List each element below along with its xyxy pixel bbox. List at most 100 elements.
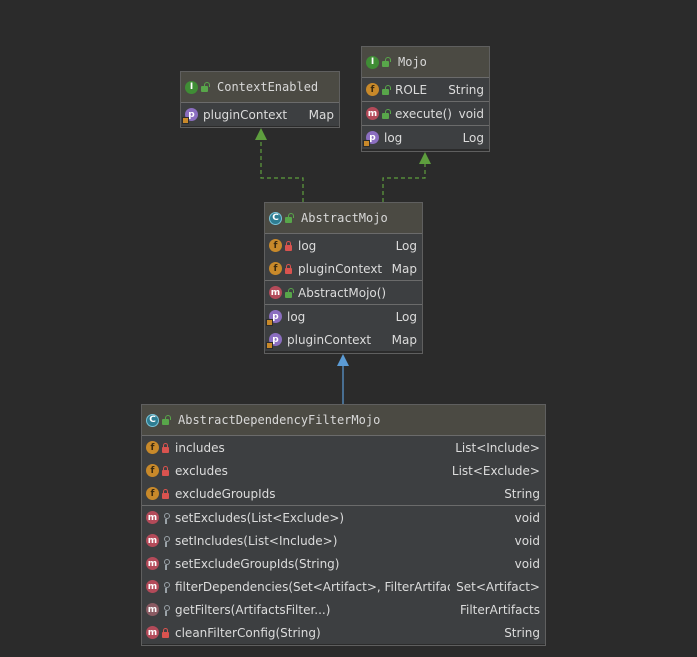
field-icon: f xyxy=(146,464,159,477)
class-abstract-mojo[interactable]: C AbstractMojo f log Log f pluginContext… xyxy=(264,202,423,354)
property-row[interactable]: p pluginContext Map xyxy=(265,328,422,351)
implements-connector-context-enabled xyxy=(260,140,304,202)
methods-section: m execute() void xyxy=(362,102,489,126)
method-return-type: String xyxy=(504,625,540,640)
interface-icon: I xyxy=(366,55,379,69)
method-return-type: void xyxy=(514,533,540,548)
field-name: ROLE xyxy=(395,82,428,97)
public-icon xyxy=(381,108,391,119)
implements-arrowhead-mojo xyxy=(419,152,431,164)
method-name: cleanFilterConfig(String) xyxy=(175,625,321,640)
fields-section: f includes List<Include> f excludes List… xyxy=(142,436,545,506)
property-name: pluginContext xyxy=(287,332,372,347)
property-icon: p xyxy=(266,333,282,349)
public-icon xyxy=(284,213,294,223)
method-return-type: void xyxy=(514,510,540,525)
method-row[interactable]: m cleanFilterConfig(String) String xyxy=(142,621,545,644)
property-name: log xyxy=(384,130,403,145)
field-row[interactable]: f pluginContext Map xyxy=(265,257,422,280)
interface-icon: I xyxy=(185,80,198,94)
method-name: setExcludeGroupIds(String) xyxy=(175,556,340,571)
field-row[interactable]: f ROLE String xyxy=(362,78,489,101)
abstract-class-icon: C xyxy=(146,413,159,427)
field-type: List<Exclude> xyxy=(451,463,540,478)
method-row[interactable]: m AbstractMojo() xyxy=(265,281,422,304)
class-header[interactable]: I Mojo xyxy=(362,47,489,78)
field-name: excludeGroupIds xyxy=(175,486,276,501)
field-type: String xyxy=(504,486,540,501)
method-icon: m xyxy=(366,107,379,120)
method-row[interactable]: m getFilters(ArtifactsFilter...) FilterA… xyxy=(142,598,545,621)
method-icon: m xyxy=(146,580,159,593)
method-row[interactable]: m setIncludes(List<Include>) void xyxy=(142,529,545,552)
fields-section: f ROLE String xyxy=(362,78,489,102)
methods-section: m AbstractMojo() xyxy=(265,281,422,305)
package-private-icon xyxy=(161,535,170,547)
field-icon: f xyxy=(269,239,282,252)
private-icon xyxy=(284,240,293,251)
method-name: setIncludes(List<Include>) xyxy=(175,533,338,548)
property-row[interactable]: p pluginContext Map xyxy=(181,103,339,126)
private-icon xyxy=(161,465,170,476)
field-icon: f xyxy=(366,83,379,96)
method-row[interactable]: m setExcludes(List<Exclude>) void xyxy=(142,506,545,529)
field-type: List<Include> xyxy=(455,440,540,455)
private-icon xyxy=(284,263,293,274)
properties-section: p log Log xyxy=(362,126,489,149)
field-type: Map xyxy=(391,261,417,276)
method-icon: m xyxy=(146,557,159,570)
method-return-type: void xyxy=(514,556,540,571)
method-row[interactable]: m setExcludeGroupIds(String) void xyxy=(142,552,545,575)
public-icon xyxy=(161,415,171,425)
package-private-icon xyxy=(161,558,170,570)
property-icon: p xyxy=(266,310,282,326)
class-header[interactable]: C AbstractMojo xyxy=(265,203,422,234)
private-icon xyxy=(161,627,170,638)
abstract-class-icon: C xyxy=(269,211,282,225)
class-name: ContextEnabled xyxy=(217,80,319,94)
property-row[interactable]: p log Log xyxy=(362,126,489,149)
property-row[interactable]: p log Log xyxy=(265,305,422,328)
method-return-type: Set<Artifact> xyxy=(456,579,540,594)
properties-section: p pluginContext Map xyxy=(181,103,339,126)
method-row[interactable]: m execute() void xyxy=(362,102,489,125)
method-row[interactable]: m filterDependencies(Set<Artifact>, Filt… xyxy=(142,575,545,598)
public-icon xyxy=(381,57,391,67)
method-name: AbstractMojo() xyxy=(298,285,387,300)
property-icon: p xyxy=(182,108,198,124)
class-mojo[interactable]: I Mojo f ROLE String m execute() void p … xyxy=(361,46,490,152)
public-icon xyxy=(200,82,210,92)
field-icon: f xyxy=(146,441,159,454)
methods-section: m setExcludes(List<Exclude>) void m setI… xyxy=(142,506,545,644)
field-row[interactable]: f includes List<Include> xyxy=(142,436,545,459)
private-icon xyxy=(161,442,170,453)
implements-arrowhead-context-enabled xyxy=(255,128,267,140)
class-header[interactable]: I ContextEnabled xyxy=(181,72,339,103)
package-private-icon xyxy=(161,581,170,593)
field-icon: f xyxy=(146,487,159,500)
property-icon: p xyxy=(363,131,379,147)
method-name: getFilters(ArtifactsFilter...) xyxy=(175,602,331,617)
method-name: setExcludes(List<Exclude>) xyxy=(175,510,345,525)
class-context-enabled[interactable]: I ContextEnabled p pluginContext Map xyxy=(180,71,340,128)
abstract-method-icon: m xyxy=(146,603,159,616)
method-icon: m xyxy=(146,534,159,547)
property-type: Map xyxy=(308,107,334,122)
private-icon xyxy=(161,488,170,499)
field-name: pluginContext xyxy=(298,261,383,276)
field-type: String xyxy=(448,82,484,97)
property-type: Log xyxy=(462,130,484,145)
property-name: log xyxy=(287,309,306,324)
method-name: execute() xyxy=(395,106,452,121)
properties-section: p log Log p pluginContext Map xyxy=(265,305,422,351)
fields-section: f log Log f pluginContext Map xyxy=(265,234,422,281)
class-header[interactable]: C AbstractDependencyFilterMojo xyxy=(142,405,545,436)
method-icon: m xyxy=(146,511,159,524)
public-icon xyxy=(381,84,391,95)
field-row[interactable]: f excludes List<Exclude> xyxy=(142,459,545,482)
field-row[interactable]: f excludeGroupIds String xyxy=(142,482,545,505)
property-type: Map xyxy=(391,332,417,347)
field-name: log xyxy=(298,238,317,253)
class-abstract-dependency-filter-mojo[interactable]: C AbstractDependencyFilterMojo f include… xyxy=(141,404,546,646)
field-row[interactable]: f log Log xyxy=(265,234,422,257)
